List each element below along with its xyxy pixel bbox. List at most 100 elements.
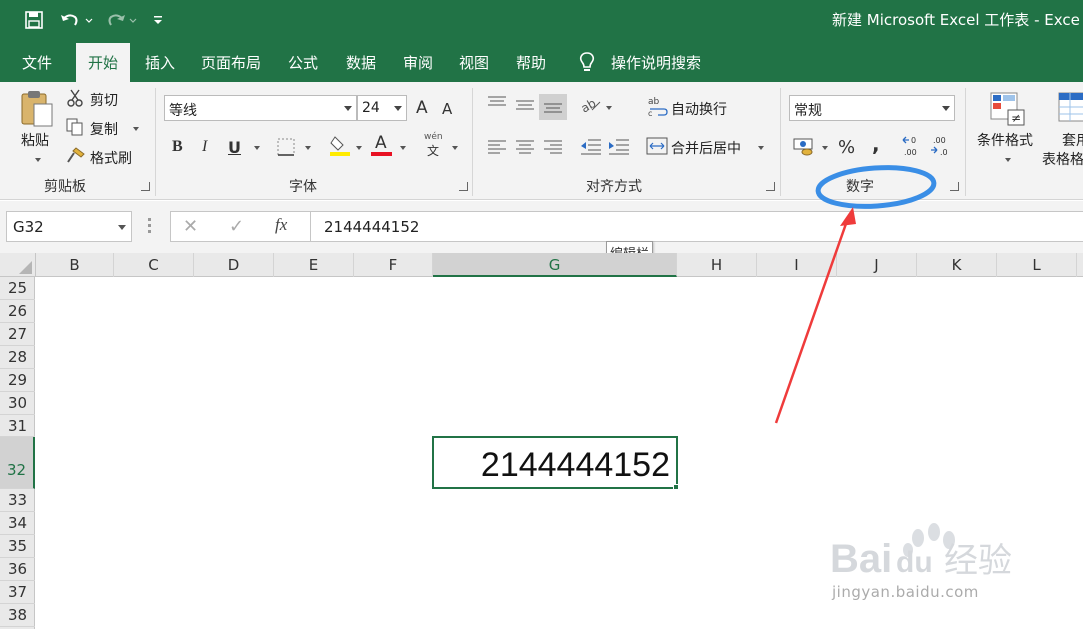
- conditional-formatting-icon[interactable]: ≠: [990, 92, 1026, 130]
- fill-handle[interactable]: [673, 484, 679, 490]
- row-header[interactable]: 31: [0, 415, 35, 437]
- tab-data[interactable]: 数据: [346, 52, 376, 73]
- align-right-icon[interactable]: [543, 140, 563, 158]
- formula-bar-grip-icon[interactable]: [148, 218, 151, 234]
- tab-insert[interactable]: 插入: [145, 52, 175, 73]
- name-box[interactable]: G32: [6, 211, 132, 242]
- insert-function-icon[interactable]: fx: [275, 215, 287, 235]
- chevron-down-icon[interactable]: [394, 106, 402, 111]
- bottom-align-icon[interactable]: [539, 94, 567, 120]
- phonetic-guide-icon[interactable]: wén 文: [424, 132, 446, 158]
- font-dialog-launcher[interactable]: [459, 182, 468, 191]
- wrap-text-button[interactable]: 自动换行: [671, 99, 727, 119]
- paste-dropdown-icon[interactable]: [35, 158, 41, 162]
- percent-style-button[interactable]: %: [838, 137, 855, 158]
- italic-button[interactable]: I: [202, 138, 207, 156]
- format-painter-icon[interactable]: [66, 146, 86, 168]
- column-header-selected[interactable]: G: [433, 253, 677, 277]
- tab-page-layout[interactable]: 页面布局: [201, 52, 261, 73]
- chevron-down-icon[interactable]: [118, 225, 126, 230]
- column-header[interactable]: C: [114, 253, 194, 277]
- tab-formulas[interactable]: 公式: [288, 52, 318, 73]
- row-header[interactable]: 34: [0, 512, 35, 535]
- copy-dropdown-icon[interactable]: [133, 127, 139, 131]
- select-all-button[interactable]: [0, 253, 36, 277]
- merge-center-button[interactable]: 合并后居中: [671, 138, 741, 158]
- increase-decimal-icon[interactable]: 0.00: [901, 134, 925, 162]
- cut-button[interactable]: 剪切: [90, 90, 118, 110]
- save-icon[interactable]: [22, 8, 46, 32]
- top-align-icon[interactable]: [487, 96, 507, 114]
- font-color-dropdown-icon[interactable]: [400, 146, 406, 150]
- conditional-formatting-button[interactable]: 条件格式: [977, 130, 1033, 150]
- column-header[interactable]: D: [194, 253, 274, 277]
- underline-dropdown-icon[interactable]: [254, 146, 260, 150]
- enter-icon[interactable]: ✓: [229, 216, 244, 237]
- shrink-font-icon[interactable]: A: [442, 100, 452, 118]
- decrease-indent-icon[interactable]: [580, 138, 602, 160]
- increase-indent-icon[interactable]: [608, 138, 630, 160]
- align-center-icon[interactable]: [515, 140, 535, 158]
- tab-file[interactable]: 文件: [22, 52, 52, 73]
- bold-button[interactable]: B: [172, 138, 183, 156]
- fill-color-dropdown-icon[interactable]: [356, 146, 362, 150]
- fill-color-icon[interactable]: [329, 134, 351, 160]
- row-header[interactable]: 35: [0, 535, 35, 558]
- phonetic-dropdown-icon[interactable]: [452, 146, 458, 150]
- copy-button[interactable]: 复制: [90, 119, 118, 139]
- clipboard-dialog-launcher[interactable]: [141, 182, 150, 191]
- font-color-icon[interactable]: A: [371, 133, 393, 158]
- merge-dropdown-icon[interactable]: [758, 146, 764, 150]
- borders-dropdown-icon[interactable]: [305, 146, 311, 150]
- column-header[interactable]: B: [36, 253, 114, 277]
- orientation-icon[interactable]: ab: [578, 96, 602, 118]
- tab-view[interactable]: 视图: [459, 52, 489, 73]
- middle-align-icon[interactable]: [515, 100, 535, 118]
- row-header[interactable]: 27: [0, 323, 35, 346]
- grow-font-icon[interactable]: A: [416, 98, 428, 118]
- column-header[interactable]: H: [677, 253, 757, 277]
- tab-review[interactable]: 审阅: [403, 52, 433, 73]
- row-header[interactable]: 33: [0, 489, 35, 512]
- wrap-text-icon[interactable]: ab c: [648, 96, 668, 120]
- row-header[interactable]: 28: [0, 346, 35, 369]
- paste-button[interactable]: 粘贴: [21, 130, 49, 150]
- column-header[interactable]: F: [354, 253, 433, 277]
- column-header[interactable]: E: [274, 253, 354, 277]
- row-header[interactable]: 25: [0, 277, 35, 300]
- copy-icon[interactable]: [66, 118, 84, 140]
- chevron-down-icon[interactable]: [942, 106, 950, 111]
- number-format-box[interactable]: 常规: [789, 95, 955, 121]
- orientation-dropdown-icon[interactable]: [606, 106, 612, 110]
- customize-qat-icon[interactable]: [150, 8, 166, 32]
- accounting-dropdown-icon[interactable]: [822, 146, 828, 150]
- undo-icon[interactable]: [58, 8, 94, 32]
- column-header[interactable]: L: [997, 253, 1077, 277]
- tab-help[interactable]: 帮助: [516, 52, 546, 73]
- row-header[interactable]: 26: [0, 300, 35, 323]
- underline-button[interactable]: U: [228, 138, 241, 157]
- row-header[interactable]: 38: [0, 604, 35, 627]
- tab-home[interactable]: 开始: [76, 43, 131, 82]
- row-header[interactable]: 36: [0, 558, 35, 581]
- borders-icon[interactable]: [277, 138, 295, 160]
- format-painter-button[interactable]: 格式刷: [90, 148, 132, 168]
- tell-me-search[interactable]: 操作说明搜索: [611, 52, 701, 73]
- row-header[interactable]: 30: [0, 392, 35, 415]
- paste-icon[interactable]: [18, 88, 58, 128]
- align-left-icon[interactable]: [487, 140, 507, 158]
- font-name-box[interactable]: 等线: [164, 95, 357, 121]
- merge-center-icon[interactable]: [646, 137, 668, 159]
- redo-icon[interactable]: [102, 8, 138, 32]
- row-header-selected[interactable]: 32: [0, 437, 35, 489]
- row-header[interactable]: 29: [0, 369, 35, 392]
- font-size-box[interactable]: 24: [357, 95, 407, 121]
- row-header[interactable]: 37: [0, 581, 35, 604]
- cancel-icon[interactable]: ✕: [183, 216, 198, 237]
- conditional-formatting-dropdown-icon[interactable]: [1005, 158, 1011, 162]
- chevron-down-icon[interactable]: [344, 106, 352, 111]
- cut-icon[interactable]: [66, 88, 84, 112]
- decrease-decimal-icon[interactable]: .00.0: [929, 134, 953, 162]
- active-cell[interactable]: 2144444152: [432, 436, 678, 489]
- format-as-table-button[interactable]: 套用: [1062, 130, 1083, 150]
